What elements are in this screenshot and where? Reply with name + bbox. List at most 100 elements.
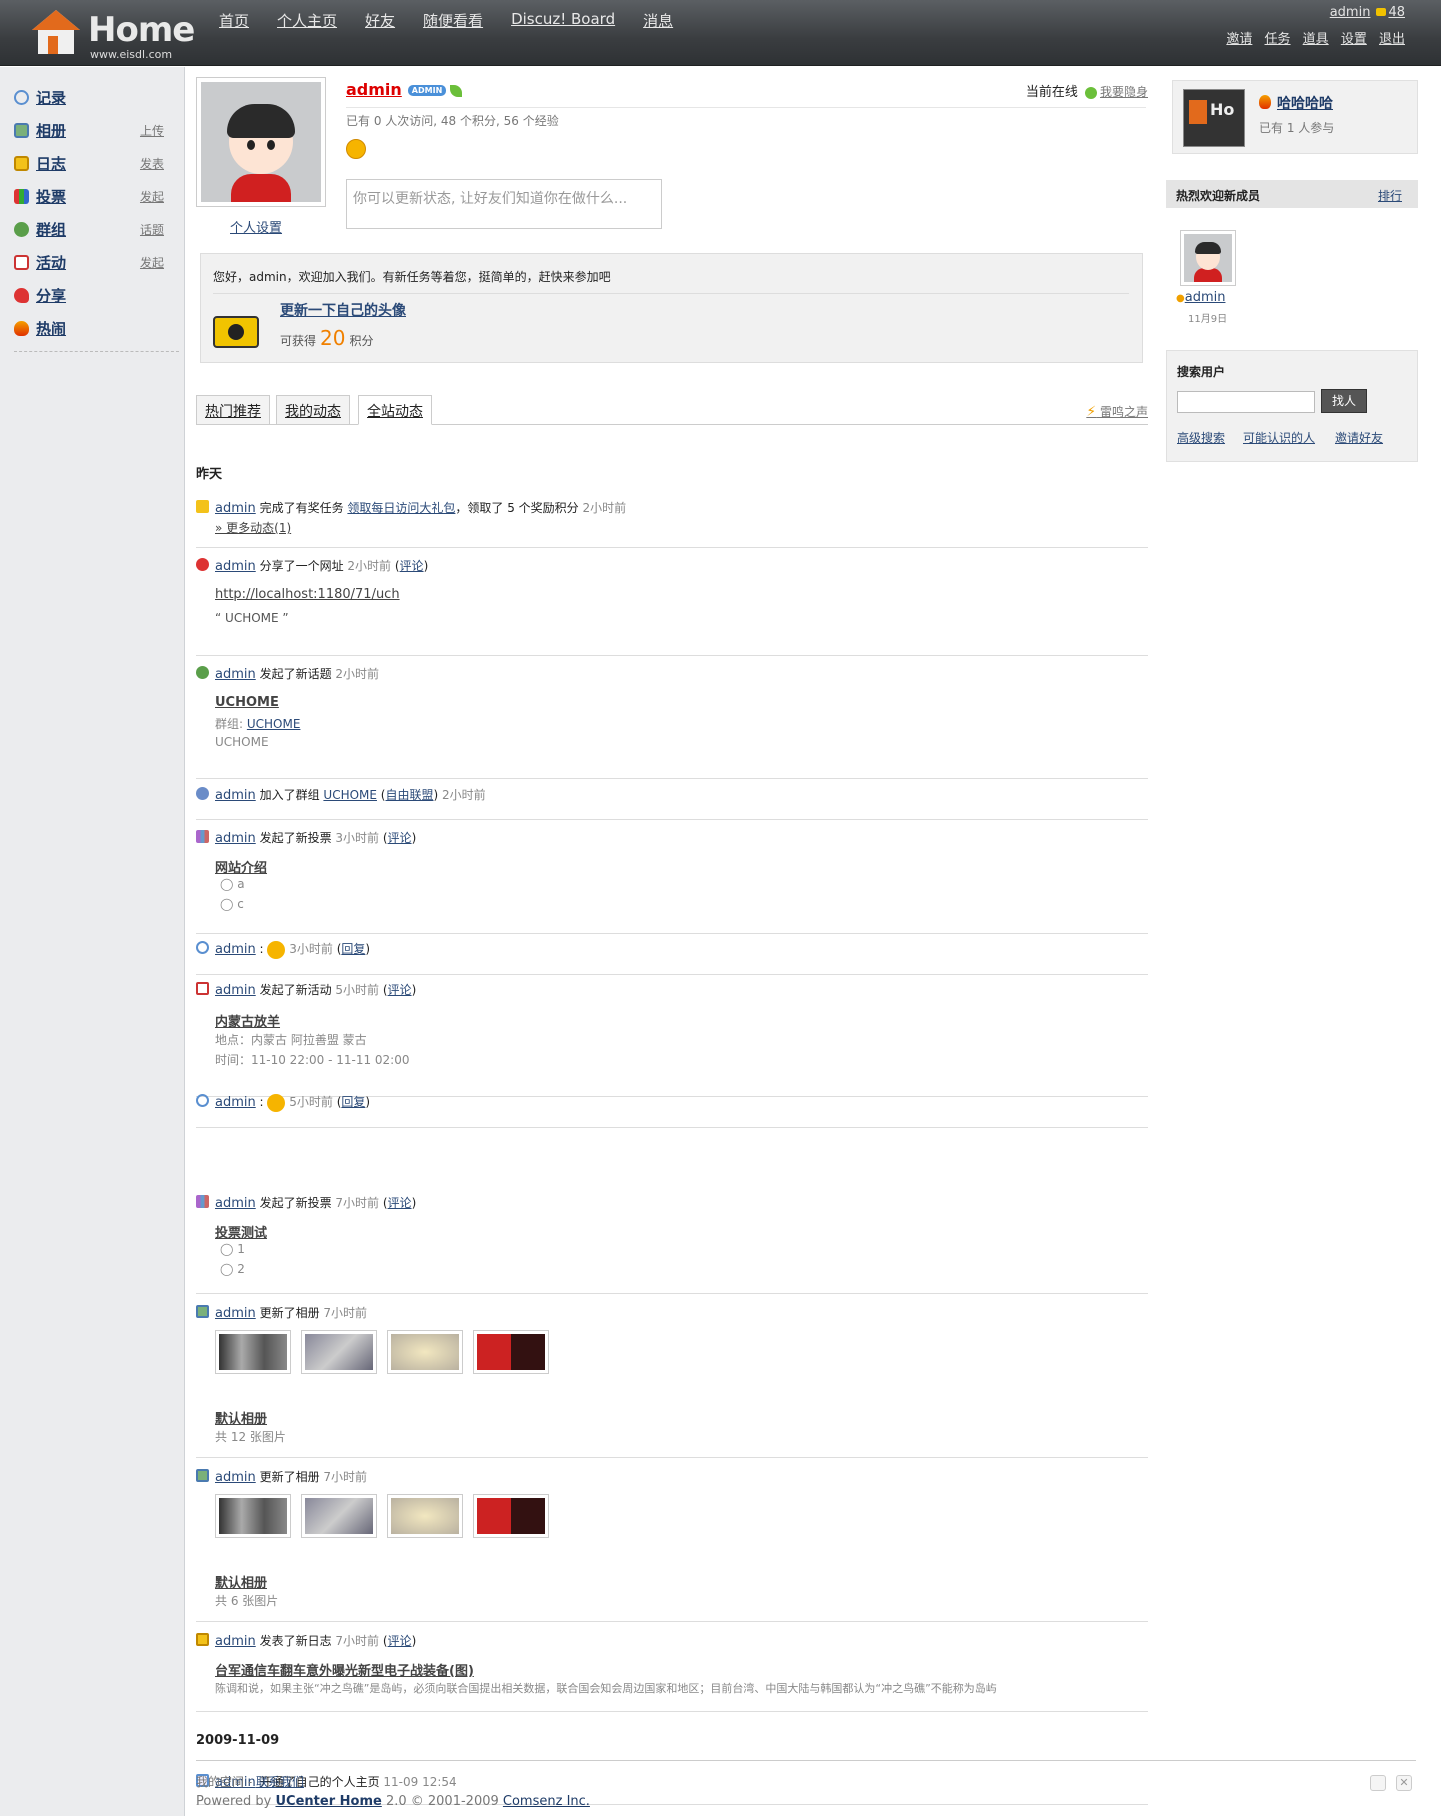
- personal-settings-link[interactable]: 个人设置: [230, 217, 282, 236]
- emoji-icon: [267, 940, 286, 959]
- props-link[interactable]: 道具: [1303, 32, 1329, 47]
- user-search-input[interactable]: [1177, 391, 1315, 413]
- photo-thumbnail[interactable]: [215, 1330, 291, 1374]
- left-sidebar: 记录 相册 上传 日志 发表 投票 发起 群组 话题 活动 发起 分享 热闹: [0, 67, 185, 1816]
- bar-chart-icon: [14, 189, 29, 204]
- avatar[interactable]: [196, 77, 326, 207]
- feed-item: admin 发表了新日志 7小时前 (评论) 台军通信车翻车意外曝光新型电子战装…: [196, 1630, 1148, 1712]
- fire-icon: [14, 321, 29, 336]
- camera-icon: [213, 316, 259, 348]
- contact-link[interactable]: 联系我们: [256, 1775, 304, 1789]
- invite-friends-link[interactable]: 邀请好友: [1335, 429, 1383, 446]
- task-update-avatar[interactable]: 更新一下自己的头像: [280, 300, 406, 320]
- bubble-icon: [196, 941, 209, 954]
- nav-friends[interactable]: 好友: [365, 10, 395, 31]
- shared-url[interactable]: http://localhost:1180/71/uch: [215, 587, 400, 602]
- new-member-name[interactable]: ●admin: [1176, 290, 1225, 305]
- advanced-search-link[interactable]: 高级搜索: [1177, 429, 1225, 446]
- pin-icon: ●: [1176, 293, 1185, 304]
- photo-thumbnail[interactable]: [387, 1494, 463, 1538]
- sidebar-item-album[interactable]: 相册 上传: [14, 114, 174, 147]
- heart-icon: [196, 558, 209, 571]
- new-members-header: 热烈欢迎新成员 排行: [1166, 180, 1418, 208]
- calendar-icon: [196, 982, 209, 995]
- sidebar-item-blog[interactable]: 日志 发表: [14, 147, 174, 180]
- radio-icon[interactable]: ◯: [220, 877, 237, 891]
- product-link[interactable]: UCenter Home: [276, 1794, 382, 1809]
- logo-text: Home: [88, 10, 195, 50]
- poll-create-link[interactable]: 发起: [140, 188, 164, 205]
- sidebar-item-share[interactable]: 分享: [14, 279, 174, 312]
- find-user-button[interactable]: 找人: [1321, 389, 1367, 413]
- tab-hot[interactable]: 热门推荐: [196, 395, 270, 425]
- notebook-icon: [14, 156, 29, 171]
- photo-thumbnail[interactable]: [301, 1494, 377, 1538]
- task-icon: [196, 500, 209, 513]
- feed-tabs: 热门推荐 我的动态 全站动态 ⚡ 雷鸣之声: [196, 395, 1148, 425]
- nav-profile[interactable]: 个人主页: [277, 10, 337, 31]
- coin-icon: [1376, 8, 1387, 16]
- sidebar-item-records[interactable]: 记录: [14, 81, 174, 114]
- footer: 我的空间 - 联系我们 Powered by UCenter Home 2.0 …: [196, 1760, 1416, 1809]
- radio-icon[interactable]: ◯: [220, 897, 237, 911]
- photo-thumbnail[interactable]: [215, 1494, 291, 1538]
- go-invisible-link[interactable]: 我要隐身: [1100, 85, 1148, 99]
- photo-thumbnail[interactable]: [387, 1330, 463, 1374]
- bar-chart-icon: [196, 830, 209, 843]
- sidebar-item-poll[interactable]: 投票 发起: [14, 180, 174, 213]
- photo-thumbnail[interactable]: [473, 1494, 549, 1538]
- logout-link[interactable]: 退出: [1379, 32, 1405, 47]
- status-input[interactable]: 你可以更新状态, 让好友们知道你在做什么...: [346, 179, 662, 229]
- blog-post-link[interactable]: 发表: [140, 155, 164, 172]
- people-icon: [196, 787, 209, 800]
- admin-badge: ADMIN: [407, 85, 447, 96]
- invite-link[interactable]: 邀请: [1226, 32, 1252, 47]
- profile-username[interactable]: admin ADMIN: [346, 80, 463, 99]
- bubble-icon: [14, 90, 29, 105]
- group-icon: [196, 666, 209, 679]
- photo-icon: [14, 123, 29, 138]
- photo-thumbnail[interactable]: [473, 1330, 549, 1374]
- hot-topic-title[interactable]: 哈哈哈哈: [1277, 93, 1333, 113]
- sidebar-item-event[interactable]: 活动 发起: [14, 246, 174, 279]
- more-feeds-link[interactable]: » 更多动态(1): [215, 519, 291, 536]
- back-to-top-icon[interactable]: [1370, 1775, 1386, 1791]
- ranking-link[interactable]: 排行: [1378, 187, 1402, 204]
- company-link[interactable]: Comsenz Inc.: [503, 1794, 590, 1809]
- settings-link[interactable]: 设置: [1341, 32, 1367, 47]
- welcome-task-box: 您好，admin，欢迎加入我们。有新任务等着您，挺简单的，赶快来参加吧 更新一下…: [200, 253, 1143, 363]
- people-you-may-know-link[interactable]: 可能认识的人: [1243, 429, 1315, 446]
- main-nav: 首页 个人主页 好友 随便看看 Discuz! Board 消息: [219, 10, 701, 31]
- top-credits[interactable]: 48: [1388, 5, 1405, 20]
- feed-item: admin 分享了一个网址 2小时前 (评论) http://localhost…: [196, 555, 1148, 656]
- top-username[interactable]: admin: [1330, 5, 1371, 20]
- nav-board[interactable]: Discuz! Board: [511, 10, 615, 31]
- radio-icon[interactable]: ◯: [220, 1262, 237, 1276]
- logo[interactable]: Home www.eisdl.com: [30, 6, 195, 62]
- nav-home[interactable]: 首页: [219, 10, 249, 31]
- new-member-avatar[interactable]: [1180, 230, 1236, 286]
- tab-all[interactable]: 全站动态: [358, 395, 432, 425]
- close-icon[interactable]: ✕: [1396, 1775, 1412, 1791]
- album-upload-link[interactable]: 上传: [140, 122, 164, 139]
- lightning-icon: ⚡: [1086, 404, 1097, 420]
- sidebar-item-hot[interactable]: 热闹: [14, 312, 174, 345]
- radio-icon[interactable]: ◯: [220, 1242, 237, 1256]
- thunder-link[interactable]: ⚡ 雷鸣之声: [1086, 403, 1148, 420]
- group-icon: [14, 222, 29, 237]
- feed-item: admin : 3小时前 (回复): [196, 938, 1148, 975]
- task-reward: 可获得 20 积分: [280, 326, 374, 350]
- hot-topic-image[interactable]: Ho: [1183, 89, 1245, 147]
- nav-browse[interactable]: 随便看看: [423, 10, 483, 31]
- user-menu: admin 48 邀请 任务 道具 设置 退出: [1218, 5, 1405, 47]
- photo-thumbnail[interactable]: [301, 1330, 377, 1374]
- task-link[interactable]: 任务: [1265, 32, 1291, 47]
- tab-mine[interactable]: 我的动态: [276, 395, 350, 425]
- top-bar: Home www.eisdl.com 首页 个人主页 好友 随便看看 Discu…: [0, 0, 1441, 66]
- sidebar-item-group[interactable]: 群组 话题: [14, 213, 174, 246]
- welcome-text: 您好，admin，欢迎加入我们。有新任务等着您，挺简单的，赶快来参加吧: [213, 268, 1129, 294]
- nav-messages[interactable]: 消息: [643, 10, 673, 31]
- event-create-link[interactable]: 发起: [140, 254, 164, 271]
- group-topic-link[interactable]: 话题: [140, 221, 164, 238]
- feed-item: admin 更新了相册 7小时前 默认相册 共 6 张图片: [196, 1466, 1148, 1622]
